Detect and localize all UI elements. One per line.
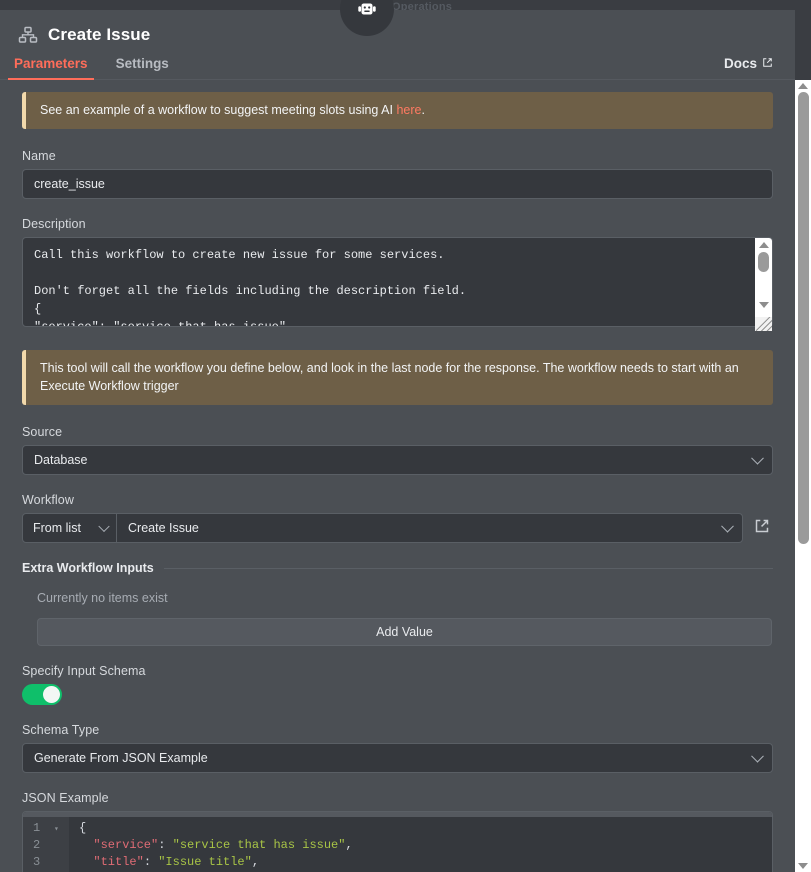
textarea-resize-handle[interactable]: [755, 317, 772, 332]
example-notice-text-after: .: [421, 103, 425, 117]
code-content[interactable]: { "service": "service that has issue", "…: [69, 817, 772, 872]
extra-inputs-empty-text: Currently no items exist: [37, 591, 168, 606]
description-label: Description: [22, 217, 86, 232]
name-label: Name: [22, 149, 56, 164]
sitemap-icon: [18, 25, 38, 45]
tab-settings[interactable]: Settings: [102, 56, 183, 79]
code-line-number: 1: [33, 821, 41, 836]
code-line: {: [79, 820, 772, 837]
parameters-scroll-area: See an example of a workflow to suggest …: [0, 80, 795, 872]
description-wrapper: Call this workflow to create new issue f…: [22, 237, 773, 332]
code-token-punc: :: [158, 838, 173, 853]
fold-chevron-icon[interactable]: ▾: [54, 821, 59, 838]
external-link-icon: [762, 56, 773, 71]
extra-inputs-title: Extra Workflow Inputs: [22, 561, 154, 576]
add-value-button[interactable]: Add Value: [37, 618, 772, 647]
code-token-punc: :: [143, 855, 159, 870]
schema-type-select[interactable]: Generate From JSON Example: [22, 743, 773, 774]
code-token-str: "Issue title": [158, 855, 252, 870]
scrollbar-thumb[interactable]: [758, 252, 769, 273]
scroll-down-arrow-icon[interactable]: [758, 302, 769, 309]
source-label: Source: [22, 425, 63, 440]
scroll-down-arrow-icon[interactable]: [798, 863, 808, 869]
field-workflow: Workflow From list Create Issue: [22, 493, 773, 544]
ndv-panel: Operations Create Issue Parameters Setti…: [0, 0, 811, 872]
example-notice: See an example of a workflow to suggest …: [22, 92, 773, 130]
open-workflow-button[interactable]: [751, 517, 773, 539]
extra-inputs-header: Extra Workflow Inputs: [22, 561, 773, 575]
workflow-mode-value: From list: [33, 521, 81, 536]
code-gutter: ▾ 1234: [23, 817, 69, 872]
code-line-number: 3: [33, 855, 41, 870]
chevron-down-icon: [751, 452, 764, 465]
description-scrollbar[interactable]: [755, 238, 772, 327]
code-editor-body: ▾ 1234 { "service": "service that has is…: [23, 817, 772, 872]
field-schema-type: Schema Type Generate From JSON Example: [22, 723, 773, 774]
chevron-down-icon: [751, 750, 764, 763]
code-line: "service": "service that has issue",: [79, 837, 772, 854]
tab-parameters[interactable]: Parameters: [0, 56, 102, 80]
code-line: "title": "Issue title",: [79, 854, 772, 871]
docs-label: Docs: [723, 56, 757, 71]
workflow-value-select[interactable]: Create Issue: [117, 514, 742, 542]
scrollbar-corner: [795, 0, 811, 80]
field-description: Description Call this workflow to create…: [22, 217, 773, 332]
source-select[interactable]: Database: [22, 445, 773, 476]
scroll-up-arrow-icon[interactable]: [798, 83, 808, 89]
workflow-label: Workflow: [22, 493, 74, 508]
ndv-tabs: Parameters Settings Docs: [0, 52, 795, 80]
node-title-row: Create Issue: [0, 10, 795, 50]
field-json-example: JSON Example ▾ 1234 { "service": "servic…: [22, 791, 773, 872]
schema-type-label: Schema Type: [22, 723, 100, 738]
specify-input-schema-label: Specify Input Schema: [22, 664, 146, 679]
source-select-value: Database: [34, 453, 88, 468]
code-token-punc: ,: [345, 838, 353, 853]
description-textarea[interactable]: Call this workflow to create new issue f…: [22, 237, 773, 328]
scrollbar-thumb[interactable]: [797, 92, 809, 544]
code-token-punc: ,: [251, 855, 260, 870]
workflow-mode-select[interactable]: From list: [23, 514, 117, 543]
code-token-str: "service that has issue": [172, 838, 346, 853]
workflow-resource-locator: From list Create Issue: [22, 513, 773, 544]
example-notice-link[interactable]: here: [396, 103, 421, 117]
workflow-selected-value: Create Issue: [128, 521, 199, 536]
code-token-key: "service": [79, 838, 159, 853]
field-specify-input-schema: Specify Input Schema: [22, 664, 773, 706]
field-extra-workflow-inputs: Extra Workflow Inputs Currently no items…: [22, 561, 773, 647]
ndv-header: Create Issue Parameters Settings Docs: [0, 10, 795, 80]
external-link-icon: [754, 518, 770, 539]
name-input[interactable]: [22, 169, 773, 200]
example-notice-text-before: See an example of a workflow to suggest …: [40, 103, 397, 117]
field-source: Source Database: [22, 425, 773, 476]
field-name: Name: [22, 149, 773, 200]
toggle-knob: [43, 686, 60, 704]
workflow-locator-group: From list Create Issue: [22, 513, 743, 544]
schema-type-value: Generate From JSON Example: [34, 751, 208, 766]
docs-link[interactable]: Docs: [724, 56, 773, 71]
scroll-up-arrow-icon[interactable]: [758, 242, 769, 249]
code-token-punc: {: [79, 821, 87, 836]
json-example-label: JSON Example: [22, 791, 109, 806]
code-token-key: "title": [79, 855, 144, 870]
chevron-down-icon: [721, 520, 734, 533]
chevron-down-icon: [98, 521, 110, 533]
json-example-editor[interactable]: ▾ 1234 { "service": "service that has is…: [22, 811, 773, 872]
panel-scrollbar[interactable]: [795, 80, 811, 872]
tool-info-notice: This tool will call the workflow you def…: [22, 350, 773, 406]
page-title: Create Issue: [48, 25, 151, 44]
specify-input-schema-toggle[interactable]: [22, 684, 62, 706]
divider: [163, 567, 773, 569]
code-line-number: 2: [33, 838, 41, 853]
